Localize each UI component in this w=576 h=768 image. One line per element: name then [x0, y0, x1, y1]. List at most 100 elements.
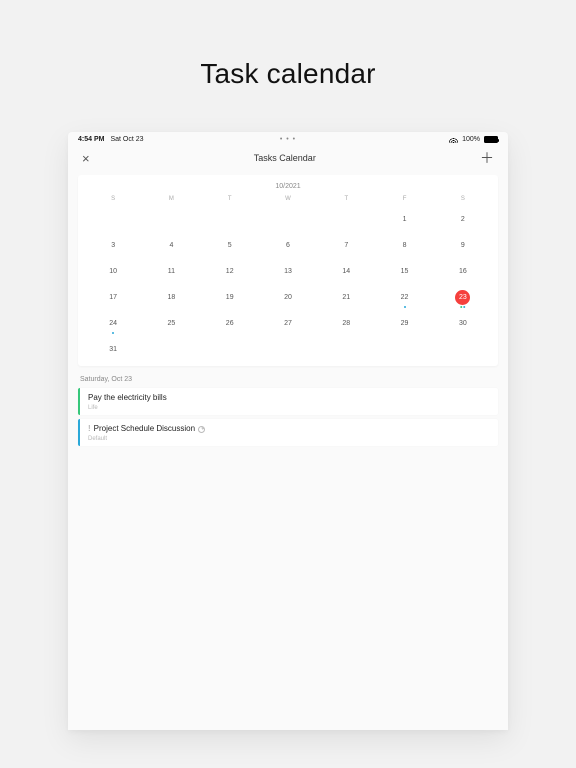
promo-title: Task calendar	[0, 0, 576, 132]
task-title-text: Pay the electricity bills	[88, 393, 167, 402]
week-row: 31	[78, 336, 498, 362]
page-title: Tasks Calendar	[254, 153, 316, 163]
day-number: 19	[226, 294, 234, 301]
task-tag: Life	[88, 405, 492, 411]
day-number: 3	[111, 242, 115, 249]
task-title: Pay the electricity bills	[88, 393, 492, 402]
day-cell[interactable]: 30	[434, 310, 492, 336]
priority-icon: !	[88, 424, 91, 433]
day-cell[interactable]: 4	[142, 232, 200, 258]
task-title: !Project Schedule Discussion	[88, 424, 492, 433]
day-number: 4	[169, 242, 173, 249]
day-cell[interactable]: 16	[434, 258, 492, 284]
day-cell[interactable]: 23	[434, 284, 492, 310]
day-number: 28	[342, 320, 350, 327]
task-tag: Default	[88, 436, 492, 442]
day-cell[interactable]: 8	[375, 232, 433, 258]
week-row: 10 11 12 13 14 15 16	[78, 258, 498, 284]
day-cell	[201, 206, 259, 232]
day-number: 9	[461, 242, 465, 249]
day-cell[interactable]: 26	[201, 310, 259, 336]
status-date: Sat Oct 23	[110, 136, 143, 143]
day-cell[interactable]: 1	[375, 206, 433, 232]
task-title-text: Project Schedule Discussion	[94, 424, 195, 433]
day-cell[interactable]: 29	[375, 310, 433, 336]
day-cell[interactable]: 11	[142, 258, 200, 284]
day-cell[interactable]: 12	[201, 258, 259, 284]
tasks-section: Saturday, Oct 23 Pay the electricity bil…	[68, 366, 508, 446]
day-cell[interactable]: 7	[317, 232, 375, 258]
event-dot-icon	[112, 332, 114, 334]
close-icon[interactable]: ×	[82, 152, 90, 165]
day-cell[interactable]: 10	[84, 258, 142, 284]
empty-space	[68, 450, 508, 730]
day-number: 24	[109, 320, 117, 327]
weekday-label: T	[201, 196, 259, 202]
event-dots	[112, 332, 114, 334]
day-cell[interactable]: 14	[317, 258, 375, 284]
day-cell[interactable]: 18	[142, 284, 200, 310]
day-number: 2	[461, 216, 465, 223]
day-cell[interactable]: 20	[259, 284, 317, 310]
week-row: 24 25 2627 28 29 30	[78, 310, 498, 336]
event-dot-icon	[464, 306, 466, 308]
day-number: 31	[109, 346, 117, 353]
day-cell[interactable]: 3	[84, 232, 142, 258]
day-number: 8	[403, 242, 407, 249]
day-cell[interactable]: 17	[84, 284, 142, 310]
day-cell[interactable]: 9	[434, 232, 492, 258]
task-card[interactable]: Pay the electricity bills Life	[78, 388, 498, 415]
day-cell[interactable]: 31	[84, 336, 142, 362]
day-cell[interactable]: 15	[375, 258, 433, 284]
weekday-label: W	[259, 196, 317, 202]
day-number: 22	[401, 294, 409, 301]
day-cell[interactable]: 21	[317, 284, 375, 310]
add-icon[interactable]: ＋	[480, 151, 494, 165]
day-cell[interactable]: 22	[375, 284, 433, 310]
day-cell	[317, 336, 375, 362]
day-cell	[259, 336, 317, 362]
task-card[interactable]: !Project Schedule Discussion Default	[78, 419, 498, 446]
day-cell	[317, 206, 375, 232]
day-number: 10	[109, 268, 117, 275]
event-dots	[404, 306, 406, 308]
week-row: 17 18 19 20 21 22 23	[78, 284, 498, 310]
weekday-label: S	[434, 196, 492, 202]
battery-icon	[484, 136, 498, 143]
battery-percent: 100%	[462, 136, 480, 143]
day-cell[interactable]: 25	[142, 310, 200, 336]
event-dots	[460, 306, 466, 308]
day-cell[interactable]: 2	[434, 206, 492, 232]
day-cell[interactable]: 6	[259, 232, 317, 258]
day-cell[interactable]: 19	[201, 284, 259, 310]
day-cell	[201, 336, 259, 362]
day-number: 16	[459, 268, 467, 275]
app-header: × Tasks Calendar ＋	[68, 145, 508, 175]
day-number: 7	[344, 242, 348, 249]
day-number: 13	[284, 268, 292, 275]
day-number: 25	[168, 320, 176, 327]
status-time: 4:54 PM	[78, 136, 104, 143]
day-cell[interactable]: 5	[201, 232, 259, 258]
day-number: 21	[342, 294, 350, 301]
day-number: 11	[168, 268, 175, 275]
day-cell[interactable]: 13	[259, 258, 317, 284]
day-number: 14	[342, 268, 350, 275]
day-number: 18	[168, 294, 176, 301]
day-cell	[434, 336, 492, 362]
day-number: 29	[401, 320, 409, 327]
weekday-label: F	[375, 196, 433, 202]
day-cell[interactable]: 27	[259, 310, 317, 336]
week-row: 3 4 5 6 7 8 9	[78, 232, 498, 258]
day-cell	[84, 206, 142, 232]
week-row: 12	[78, 206, 498, 232]
weekday-row: SMTWTFS	[78, 196, 498, 206]
month-label[interactable]: 10/2021	[78, 181, 498, 196]
day-cell[interactable]: 28	[317, 310, 375, 336]
day-cell[interactable]: 24	[84, 310, 142, 336]
day-number: 30	[459, 320, 467, 327]
device-frame: 4:54 PM Sat Oct 23 • • • 100% × Tasks Ca…	[68, 132, 508, 730]
event-dot-icon	[460, 306, 462, 308]
day-number: 5	[228, 242, 232, 249]
day-number: 17	[109, 294, 117, 301]
